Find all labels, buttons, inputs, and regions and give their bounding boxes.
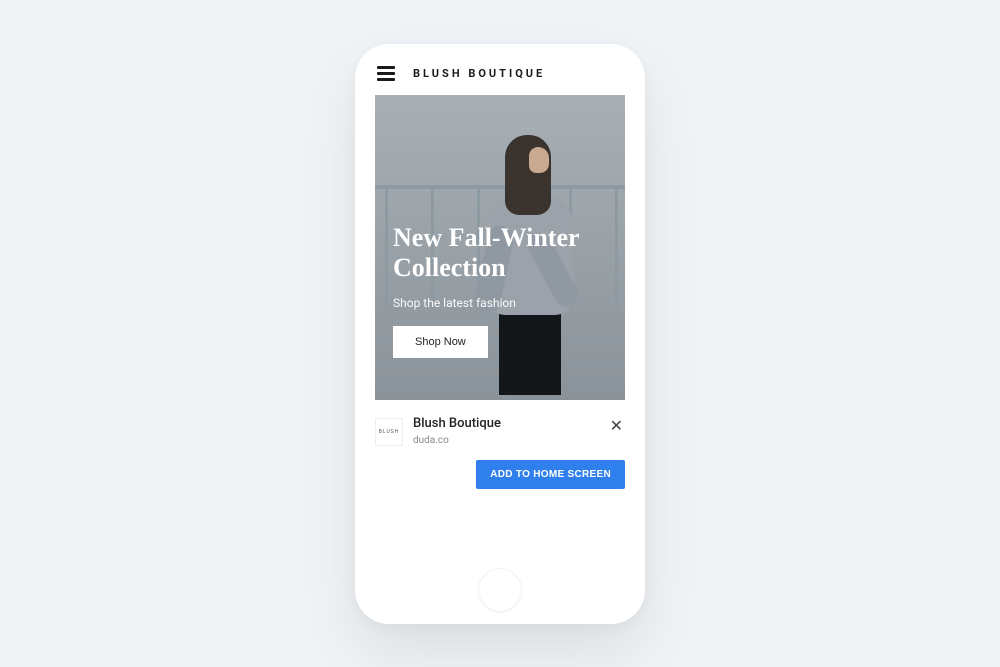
app-header: BLUSH BOUTIQUE (355, 54, 645, 95)
add-to-home-button[interactable]: ADD TO HOME SCREEN (476, 460, 625, 489)
add-to-home-prompt: BLUSH Blush Boutique duda.co ✕ ADD TO HO… (375, 410, 625, 499)
home-button[interactable] (478, 568, 522, 612)
brand-title: BLUSH BOUTIQUE (413, 67, 545, 80)
prompt-domain: duda.co (413, 435, 598, 446)
hamburger-menu-icon[interactable] (377, 66, 395, 81)
hero-subtitle: Shop the latest fashion (393, 296, 607, 310)
phone-mockup: BLUSH BOUTIQUE (355, 44, 645, 624)
hero-banner: New Fall-Winter Collection Shop the late… (375, 95, 625, 400)
shop-now-button[interactable]: Shop Now (393, 326, 488, 358)
hero-title: New Fall-Winter Collection (393, 223, 607, 284)
prompt-app-name: Blush Boutique (413, 416, 598, 431)
screen: BLUSH BOUTIQUE (355, 54, 645, 568)
app-icon: BLUSH (375, 418, 403, 446)
close-icon[interactable]: ✕ (608, 416, 625, 436)
